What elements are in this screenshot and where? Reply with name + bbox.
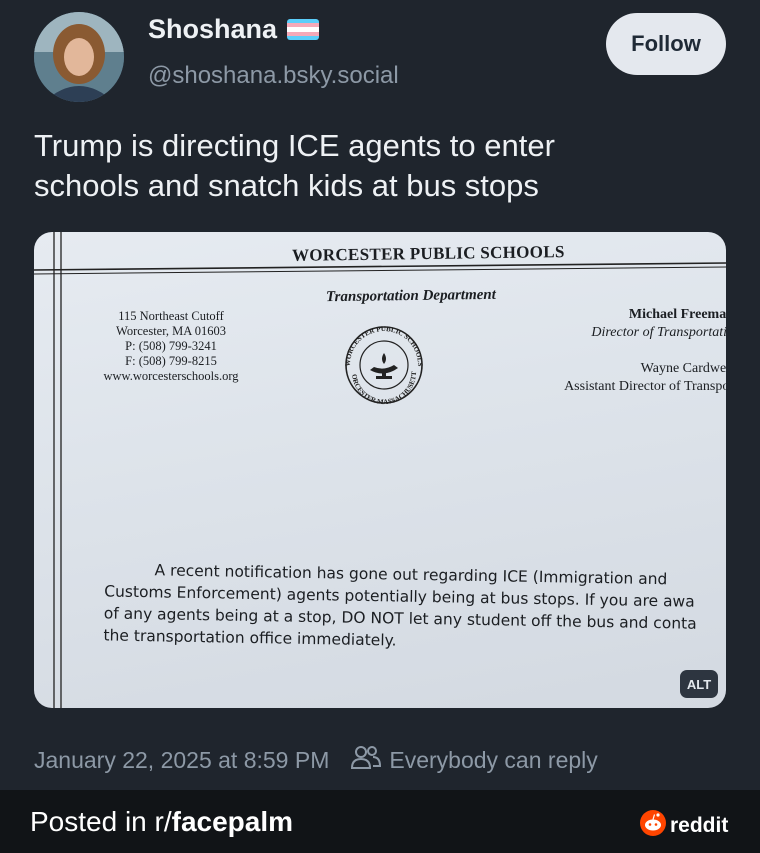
reply-setting-text: Everybody can reply: [389, 746, 598, 773]
document-department: Transportation Department: [325, 286, 496, 306]
address-line: P: (508) 799-3241: [125, 339, 217, 353]
school-seal: WORCESTER PUBLIC SCHOOLS WORCESTER MASSA…: [335, 318, 430, 406]
posted-in-label: Posted in r/: [30, 806, 172, 837]
people-icon: [351, 744, 382, 776]
post-text-line: schools and snatch kids at bus stops: [34, 168, 539, 203]
trans-flag-icon: [287, 19, 320, 40]
reddit-logo: reddit: [640, 810, 728, 842]
address-line: 115 Northeast Cutoff: [118, 309, 224, 323]
address-line: www.worcesterschools.org: [103, 369, 239, 383]
address-line: Worcester, MA 01603: [116, 324, 226, 338]
director-name: Michael Freeman: [628, 307, 726, 322]
avatar[interactable]: [34, 12, 124, 102]
alt-text-button[interactable]: ALT: [680, 670, 718, 698]
reddit-snoo-icon: [640, 810, 666, 842]
director-title: Director of Transportatio: [591, 325, 726, 340]
bluesky-post: Shoshana @shoshana.bsky.social Follow Tr…: [0, 0, 760, 790]
subreddit-name[interactable]: facepalm: [172, 806, 293, 837]
display-name-text[interactable]: Shoshana: [148, 14, 277, 45]
document-address: 115 Northeast Cutoff Worcester, MA 01603…: [96, 309, 246, 384]
address-line: F: (508) 799-8215: [125, 354, 217, 368]
reddit-wordmark: reddit: [670, 814, 729, 837]
document-title: WORCESTER PUBLIC SCHOOLS: [291, 242, 565, 265]
post-text: Trump is directing ICE agents to enter s…: [34, 126, 724, 206]
post-meta: January 22, 2025 at 8:59 PM Everybody ca…: [34, 744, 598, 776]
display-name[interactable]: Shoshana: [148, 14, 320, 45]
reddit-footer: Posted in r/facepalm reddit: [0, 790, 760, 853]
post-timestamp[interactable]: January 22, 2025 at 8:59 PM: [34, 747, 329, 774]
document-staff: Michael Freeman Director of Transportati…: [494, 306, 726, 396]
posted-in-text: Posted in r/facepalm: [30, 806, 293, 838]
document-notice: A recent notification has gone out regar…: [103, 558, 726, 657]
assistant-title: Assistant Director of Transpor: [564, 379, 726, 394]
assistant-name: Wayne Cardwell: [640, 361, 726, 376]
follow-button[interactable]: Follow: [606, 13, 726, 75]
user-handle[interactable]: @shoshana.bsky.social: [148, 62, 399, 90]
reply-setting: Everybody can reply: [351, 744, 598, 776]
post-text-line: Trump is directing ICE agents to enter: [34, 128, 555, 163]
embedded-image[interactable]: WORCESTER PUBLIC SCHOOLS Transportation …: [34, 232, 726, 708]
